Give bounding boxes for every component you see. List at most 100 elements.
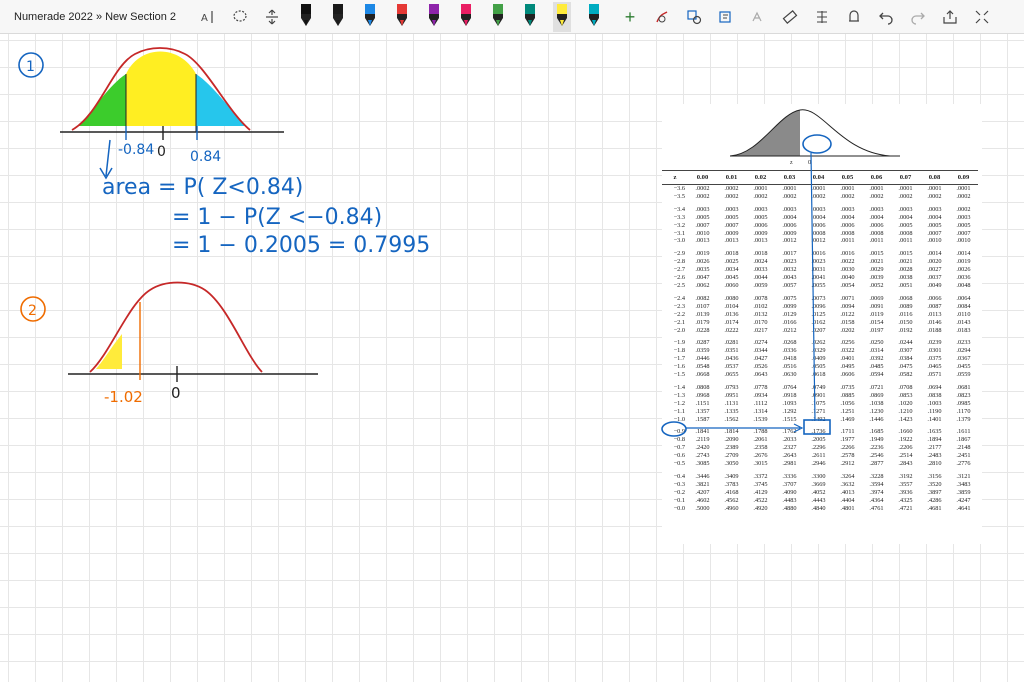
pen-9-icon[interactable]: [553, 2, 571, 32]
pen-4-icon[interactable]: [393, 2, 411, 32]
probability-cell: .3409: [724, 473, 739, 480]
probability-cell: .2090: [724, 436, 739, 444]
add-pen-icon[interactable]: +: [617, 4, 643, 30]
probability-cell: .1190: [927, 407, 942, 415]
note-canvas[interactable]: 1 -0.84 0 0.84 area = P( Z<0.84) = 1 − P…: [0, 34, 1024, 682]
probability-cell: .3300: [811, 473, 826, 480]
ruler-icon[interactable]: [777, 4, 803, 30]
probability-cell: .2061: [753, 436, 768, 444]
share-icon[interactable]: [937, 4, 963, 30]
expand-icon[interactable]: [969, 4, 995, 30]
ink-to-shape-icon[interactable]: [681, 4, 707, 30]
probability-cell: .2578: [840, 452, 855, 460]
grid-settings-icon[interactable]: [809, 4, 835, 30]
probability-cell: .0005: [724, 213, 739, 221]
probability-cell: .0359: [695, 347, 710, 355]
probability-cell: .1230: [869, 407, 884, 415]
table-row: −1.4 .0808 .0793 .0778 .0764 .0749 .0735 .0721.…: [662, 384, 978, 392]
probability-cell: .0104: [724, 302, 739, 310]
lasso-icon[interactable]: [227, 4, 253, 30]
probability-cell: .0018: [724, 250, 739, 258]
probability-cell: .3192: [898, 473, 913, 480]
probability-cell: .3483: [956, 480, 971, 488]
pen-2-icon[interactable]: [329, 2, 347, 32]
z-value-cell: −2.7: [673, 266, 685, 274]
probability-cell: .1314: [753, 407, 768, 415]
probability-cell: .0122: [840, 310, 855, 318]
probability-cell: .0110: [956, 310, 971, 318]
probability-cell: .0078: [753, 294, 768, 302]
probability-cell: .0150: [898, 318, 913, 326]
solution-line-1: area = P( Z<0.84): [102, 175, 303, 200]
probability-cell: .5000: [695, 504, 710, 512]
probability-cell: .3372: [753, 473, 768, 480]
undo-icon[interactable]: [873, 4, 899, 30]
probability-cell: .0002: [782, 192, 797, 200]
insert-space-icon[interactable]: [259, 4, 285, 30]
probability-cell: .2451: [956, 452, 971, 460]
table-row: −0.7 .2420 .2389 .2358 .2327 .2296 .2266 .2236.…: [662, 444, 978, 452]
probability-cell: .0901: [811, 391, 826, 399]
probability-cell: .0475: [898, 363, 913, 371]
pen-7-icon[interactable]: [489, 2, 507, 32]
probability-cell: .0003: [956, 213, 971, 221]
z-table-figure: z 0: [730, 109, 900, 166]
probability-cell: .0005: [898, 221, 913, 229]
probability-cell: .1271: [811, 407, 826, 415]
replay-icon[interactable]: [841, 4, 867, 30]
probability-cell: .0045: [724, 274, 739, 282]
probability-cell: .2327: [782, 444, 797, 452]
ink-to-math-icon[interactable]: [745, 4, 771, 30]
solution-line-3: = 1 − 0.2005 = 0.7995: [172, 233, 430, 258]
probability-cell: .2266: [840, 444, 855, 452]
column-header: 0.07: [891, 170, 920, 185]
probability-cell: .0008: [898, 229, 913, 237]
probability-cell: .0344: [753, 347, 768, 355]
table-row: −2.9 .0019 .0018 .0018 .0017 .0016 .0016 .0015.…: [662, 250, 978, 258]
probability-cell: .0392: [869, 355, 884, 363]
probability-cell: .0778: [753, 383, 768, 391]
probability-cell: .0582: [898, 371, 913, 379]
pen-3-icon[interactable]: [361, 2, 379, 32]
probability-cell: .0516: [782, 363, 797, 371]
probability-cell: .0934: [753, 391, 768, 399]
probability-cell: .0102: [753, 302, 768, 310]
probability-cell: .0031: [811, 266, 826, 274]
probability-cell: .0005: [695, 213, 710, 221]
probability-cell: .0113: [927, 310, 942, 318]
probability-cell: .0005: [753, 213, 768, 221]
table-row: −3.6 .0002 .0002 .0001 .0001 .0001 .0001 .0001.…: [662, 185, 978, 193]
probability-cell: .0005: [956, 221, 971, 229]
probability-cell: .1515: [782, 415, 797, 423]
redo-icon[interactable]: [905, 4, 931, 30]
probability-cell: .0268: [782, 339, 797, 347]
probability-cell: .0548: [695, 363, 710, 371]
probability-cell: .1867: [956, 436, 971, 444]
pen-1-icon[interactable]: [297, 2, 315, 32]
pen-6-icon[interactable]: [457, 2, 475, 32]
text-select-icon[interactable]: A: [195, 4, 221, 30]
probability-cell: .2946: [811, 460, 826, 468]
probability-cell: .0001: [869, 185, 884, 192]
ink-to-text-icon[interactable]: [713, 4, 739, 30]
probability-cell: .0537: [724, 363, 739, 371]
probability-cell: .2358: [753, 444, 768, 452]
probability-cell: .0002: [811, 192, 826, 200]
pen-5-icon[interactable]: [425, 2, 443, 32]
probability-cell: .0004: [840, 213, 855, 221]
probability-cell: .1977: [840, 436, 855, 444]
probability-cell: .0037: [927, 274, 942, 282]
probability-cell: .0043: [782, 274, 797, 282]
pen-8-icon[interactable]: [521, 2, 539, 32]
probability-cell: .0119: [869, 310, 884, 318]
probability-cell: .0192: [898, 326, 913, 334]
pen-10-icon[interactable]: [585, 2, 603, 32]
zero-label-2: 0: [171, 384, 181, 402]
probability-cell: .4960: [724, 504, 739, 512]
probability-cell: .0307: [898, 347, 913, 355]
probability-cell: .0985: [956, 399, 971, 407]
touch-draw-icon[interactable]: [649, 4, 675, 30]
column-header: 0.02: [746, 170, 775, 185]
probability-cell: .0262: [811, 339, 826, 347]
table-row: −0.0 .5000 .4960 .4920 .4880 .4840 .4801 .4761.…: [662, 505, 978, 513]
